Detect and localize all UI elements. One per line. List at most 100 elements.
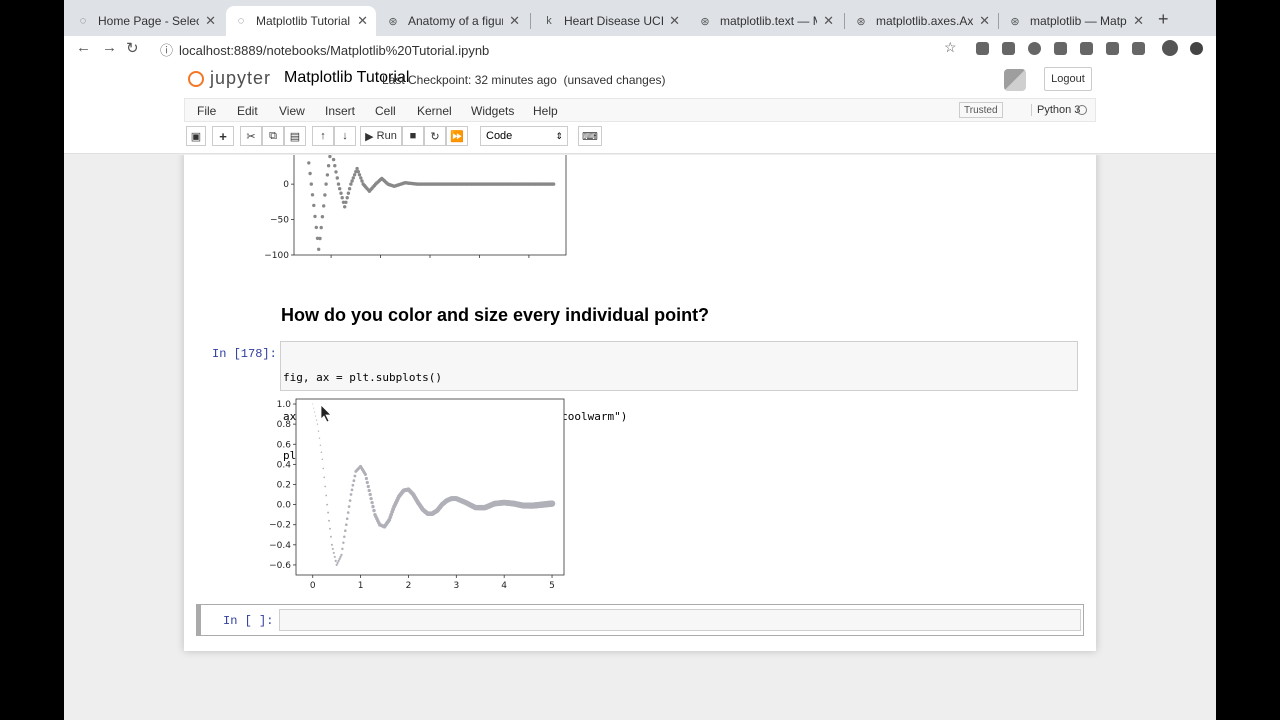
tab-matplotlib-text[interactable]: ⊛ matplotlib.text — Matp ✕ bbox=[690, 6, 842, 36]
extension-icon[interactable] bbox=[1106, 42, 1119, 55]
kernel-status-icon bbox=[1077, 105, 1087, 115]
save-icon[interactable]: ▣ bbox=[186, 126, 206, 146]
x-tick-label: 0 bbox=[310, 581, 316, 591]
data-point bbox=[331, 547, 334, 550]
close-icon[interactable]: ✕ bbox=[509, 13, 520, 29]
code-editor[interactable]: fig, ax = plt.subplots() ax.scatter(x, y… bbox=[280, 341, 1078, 462]
extension-icon[interactable] bbox=[1028, 42, 1041, 55]
interrupt-icon[interactable]: ■ bbox=[402, 126, 424, 146]
paste-icon[interactable]: ▤ bbox=[284, 126, 306, 146]
scatter-plot-output: 0 1 2 3 4 5 −0.6 −0.4 −0.2 0.0 0.2 0.4 0.6 0.8 1.0 bbox=[269, 398, 565, 591]
extension-icon[interactable] bbox=[1132, 42, 1145, 55]
data-point bbox=[359, 176, 363, 180]
menu-file[interactable]: File bbox=[197, 104, 216, 118]
notebook-site[interactable]: −4−2024−100−50050 How do you color and s… bbox=[64, 155, 1216, 720]
new-tab-button[interactable]: + bbox=[1158, 9, 1169, 30]
x-tick-label: 1 bbox=[358, 581, 364, 591]
restart-icon[interactable]: ↻ bbox=[424, 126, 446, 146]
profile-avatar[interactable] bbox=[1162, 40, 1178, 56]
jupyter-logo[interactable]: jupyter bbox=[188, 68, 271, 89]
menu-widgets[interactable]: Widgets bbox=[471, 104, 514, 118]
data-point bbox=[363, 472, 367, 476]
axes-frame bbox=[293, 155, 567, 256]
browser-toolbar: ← → ↻ ⓘ localhost:8889/notebooks/Matplotl… bbox=[64, 36, 1216, 62]
plot-axes: 0 1 2 3 4 5 −0.6 −0.4 −0.2 0.0 0.2 0.4 0.6 0.8 1.0 bbox=[269, 398, 565, 591]
extension-icon[interactable] bbox=[1002, 42, 1015, 55]
tab-title: Heart Disease UCI | Ka bbox=[564, 14, 664, 28]
data-point bbox=[368, 492, 372, 497]
address-bar[interactable]: ⓘ localhost:8889/notebooks/Matplotlib%20T… bbox=[160, 40, 489, 59]
data-point bbox=[353, 474, 357, 478]
close-icon[interactable]: ✕ bbox=[1133, 13, 1144, 29]
input-prompt: In [178]: bbox=[212, 347, 277, 361]
cell-type-select[interactable]: Code ⇕ bbox=[480, 126, 568, 146]
back-icon[interactable]: ← bbox=[76, 39, 91, 56]
tab-separator bbox=[530, 13, 531, 29]
data-point bbox=[338, 187, 342, 191]
reload-icon[interactable]: ↻ bbox=[126, 39, 139, 57]
bookmark-star-icon[interactable]: ☆ bbox=[944, 39, 957, 56]
keyboard-icon[interactable]: ⌨ bbox=[578, 126, 602, 146]
extension-icon[interactable] bbox=[976, 42, 989, 55]
close-icon[interactable]: ✕ bbox=[823, 13, 834, 29]
extension-icon[interactable] bbox=[1080, 42, 1093, 55]
data-point bbox=[321, 458, 324, 461]
close-icon[interactable]: ✕ bbox=[357, 13, 368, 29]
move-up-icon[interactable]: ↑ bbox=[312, 126, 334, 146]
menu-insert[interactable]: Insert bbox=[325, 104, 355, 118]
data-point bbox=[341, 547, 344, 551]
move-down-icon[interactable]: ↓ bbox=[334, 126, 356, 146]
data-point bbox=[345, 523, 348, 526]
run-icon: ▶ bbox=[365, 130, 374, 143]
data-point bbox=[342, 541, 345, 545]
close-icon[interactable]: ✕ bbox=[669, 13, 680, 29]
y-tick-label: −0.4 bbox=[269, 541, 291, 551]
y-tick-label: −100 bbox=[264, 251, 289, 261]
data-point bbox=[315, 419, 318, 421]
data-point bbox=[312, 403, 314, 405]
close-icon[interactable]: ✕ bbox=[979, 13, 990, 29]
menu-edit[interactable]: Edit bbox=[237, 104, 258, 118]
tab-matplotlib-docs[interactable]: ⊛ matplotlib — Matplotlib ✕ bbox=[1000, 6, 1152, 36]
tab-home-page[interactable]: ◌ Home Page - Select or ✕ bbox=[68, 6, 224, 36]
run-button[interactable]: ▶ Run bbox=[360, 126, 402, 146]
code-editor[interactable] bbox=[279, 609, 1081, 631]
tab-title: Matplotlib Tutorial - Ju bbox=[256, 14, 351, 28]
menu-view[interactable]: View bbox=[279, 104, 305, 118]
trusted-badge[interactable]: Trusted bbox=[959, 102, 1003, 118]
matplotlib-icon: ⊛ bbox=[388, 15, 398, 28]
forward-icon[interactable]: → bbox=[102, 39, 117, 56]
kernel-name: Python 3 bbox=[1031, 104, 1080, 116]
menu-bar: File Edit View Insert Cell Kernel Widget… bbox=[184, 98, 1096, 122]
data-point bbox=[551, 182, 556, 186]
tab-heart-disease[interactable]: k Heart Disease UCI | Ka ✕ bbox=[534, 6, 688, 36]
y-tick-label: 0 bbox=[283, 180, 289, 190]
logout-button[interactable]: Logout bbox=[1044, 67, 1092, 91]
copy-icon[interactable]: ⧉ bbox=[262, 126, 284, 146]
plot-axes: −4−2024−100−50050 bbox=[264, 155, 567, 261]
jupyter-icon: ◌ bbox=[79, 15, 87, 27]
close-icon[interactable]: ✕ bbox=[205, 13, 216, 29]
run-label: Run bbox=[376, 130, 397, 142]
jupyter-logo-icon bbox=[188, 70, 204, 87]
data-point bbox=[319, 225, 323, 230]
extension-icon[interactable] bbox=[1054, 42, 1067, 55]
data-point bbox=[324, 182, 328, 186]
y-tick-label: 0.4 bbox=[277, 460, 292, 470]
fast-forward-icon[interactable]: ⏩ bbox=[446, 126, 468, 146]
menu-kernel[interactable]: Kernel bbox=[417, 104, 452, 118]
matplotlib-icon: ⊛ bbox=[1010, 15, 1020, 28]
empty-code-cell[interactable]: In [ ]: bbox=[196, 604, 1084, 636]
tab-anatomy-of-a-figure[interactable]: ⊛ Anatomy of a figure — ✕ bbox=[378, 6, 528, 36]
data-point bbox=[352, 173, 357, 177]
data-point bbox=[370, 500, 374, 505]
data-point bbox=[360, 179, 364, 183]
add-cell-icon[interactable]: + bbox=[212, 126, 234, 146]
settings-icon[interactable] bbox=[1190, 42, 1203, 55]
menu-help[interactable]: Help bbox=[533, 104, 558, 118]
menu-cell[interactable]: Cell bbox=[375, 104, 396, 118]
cut-icon[interactable]: ✂ bbox=[240, 126, 262, 146]
tab-axes-scatter[interactable]: ⊛ matplotlib.axes.Axes.s ✕ bbox=[846, 6, 998, 36]
input-prompt: In [ ]: bbox=[223, 614, 274, 628]
tab-matplotlib-tutorial[interactable]: ◌ Matplotlib Tutorial - Ju ✕ bbox=[226, 6, 376, 36]
